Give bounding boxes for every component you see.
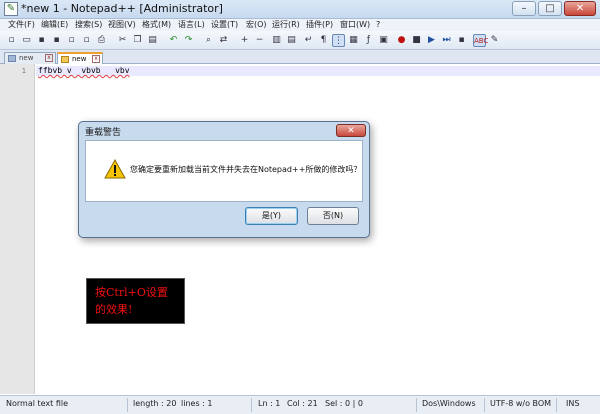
reload-warning-dialog: 重载警告 ✕ 您确定要重新加载当前文件并失去在Notepad++所做的修改吗？ …	[78, 121, 370, 238]
copy-icon[interactable]: ❐	[131, 34, 144, 47]
run-macro-icon[interactable]: ⏭	[440, 34, 453, 47]
menu-search[interactable]: 搜索(S)	[75, 19, 102, 31]
annotation-overlay: 按Ctrl+O设置 的效果!	[86, 278, 185, 324]
menu-window[interactable]: 窗口(W)	[340, 19, 370, 31]
menu-plugins[interactable]: 插件(P)	[306, 19, 333, 31]
new-file-icon[interactable]: ▫	[5, 34, 18, 47]
tab-new-inactive[interactable]: new x	[4, 52, 56, 64]
open-file-icon[interactable]: ▭	[20, 34, 33, 47]
no-button[interactable]: 否(N)	[307, 207, 359, 225]
status-length: length : 20	[133, 399, 177, 408]
save-all-icon[interactable]: ▪	[50, 34, 63, 47]
save-macro-icon[interactable]: ▪	[455, 34, 468, 47]
tab-bar: new x new x	[0, 50, 600, 64]
status-eol: Dos\Windows	[422, 399, 476, 408]
unsaved-file-icon	[61, 56, 69, 63]
menu-macro[interactable]: 宏(O)	[246, 19, 267, 31]
find-icon[interactable]: ⌕	[202, 34, 215, 47]
show-all-chars-icon[interactable]: ¶	[317, 34, 330, 47]
play-macro-icon[interactable]: ▶	[425, 34, 438, 47]
zoom-out-icon[interactable]: −	[253, 34, 266, 47]
status-separator	[127, 398, 128, 412]
window-title: *new 1 - Notepad++ [Administrator]	[21, 2, 223, 15]
folder-workspace-icon[interactable]: ▣	[377, 34, 390, 47]
dialog-message: 您确定要重新加载当前文件并失去在Notepad++所做的修改吗？	[130, 165, 362, 174]
replace-icon[interactable]: ⇄	[217, 34, 230, 47]
editor-text[interactable]: ffbvb v vbvb vbv	[38, 66, 130, 76]
close-window-button[interactable]: ✕	[564, 1, 596, 16]
paste-icon[interactable]: ▤	[146, 34, 159, 47]
sync-v-icon[interactable]: ▥	[270, 34, 283, 47]
menu-settings[interactable]: 设置(T)	[211, 19, 238, 31]
menu-bar: 文件(F) 编辑(E) 搜索(S) 视图(V) 格式(M) 语言(L) 设置(T…	[0, 19, 600, 31]
tab-close-icon[interactable]: x	[45, 54, 53, 62]
word-wrap-icon[interactable]: ↵	[302, 34, 315, 47]
status-mode: INS	[566, 399, 580, 408]
warning-icon	[104, 159, 126, 179]
title-bar: ✎ *new 1 - Notepad++ [Administrator] – □…	[0, 0, 600, 19]
status-lines: lines : 1	[181, 399, 213, 408]
notepad-app-icon: ✎	[4, 2, 18, 16]
stop-record-icon[interactable]: ■	[410, 34, 423, 47]
doc-map-icon[interactable]: ▦	[347, 34, 360, 47]
menu-edit[interactable]: 编辑(E)	[41, 19, 68, 31]
menu-file[interactable]: 文件(F)	[8, 19, 35, 31]
dialog-title: 重载警告	[85, 128, 122, 138]
redo-icon[interactable]: ↷	[182, 34, 195, 47]
save-icon[interactable]: ▪	[35, 34, 48, 47]
menu-format[interactable]: 格式(M)	[142, 19, 171, 31]
status-bar: Normal text file length : 20 lines : 1 L…	[0, 395, 600, 414]
file-icon	[8, 55, 16, 62]
tab-label: new	[19, 54, 34, 62]
status-separator	[484, 398, 485, 412]
status-ln: Ln : 1	[258, 399, 281, 408]
dialog-close-button[interactable]: ✕	[336, 124, 366, 137]
line-number: 1	[21, 67, 26, 75]
spell-check-icon[interactable]: ABC	[473, 34, 488, 47]
minimize-button[interactable]: –	[512, 1, 536, 16]
status-file-type: Normal text file	[6, 399, 69, 408]
toolbar: ▫ ▭ ▪ ▪ ▫ ▫ ⎙ ✂ ❐ ▤ ↶ ↷ ⌕ ⇄ + − ▥ ▤ ↵ ¶ …	[0, 31, 600, 50]
undo-icon[interactable]: ↶	[167, 34, 180, 47]
status-separator	[556, 398, 557, 412]
status-encoding: UTF-8 w/o BOM	[490, 399, 552, 408]
notes-icon[interactable]: ✎	[488, 34, 501, 47]
maximize-button[interactable]: □	[538, 1, 562, 16]
close-icon[interactable]: ▫	[65, 34, 78, 47]
cut-icon[interactable]: ✂	[116, 34, 129, 47]
status-separator	[416, 398, 417, 412]
menu-help[interactable]: ?	[376, 19, 380, 31]
line-number-gutter	[0, 64, 35, 394]
dialog-body: 您确定要重新加载当前文件并失去在Notepad++所做的修改吗？	[85, 140, 363, 202]
yes-button[interactable]: 是(Y)	[245, 207, 298, 225]
tab-close-icon[interactable]: x	[92, 55, 100, 63]
menu-run[interactable]: 运行(R)	[272, 19, 300, 31]
status-col: Col : 21	[287, 399, 318, 408]
menu-language[interactable]: 语言(L)	[178, 19, 205, 31]
record-macro-icon[interactable]: ●	[395, 34, 408, 47]
tab-label: new	[72, 55, 87, 63]
function-list-icon[interactable]: ƒ	[362, 34, 375, 47]
menu-view[interactable]: 视图(V)	[108, 19, 136, 31]
status-sel: Sel : 0 | 0	[325, 399, 363, 408]
print-icon[interactable]: ⎙	[95, 34, 108, 47]
tab-new-active[interactable]: new x	[57, 52, 103, 64]
close-all-icon[interactable]: ▫	[80, 34, 93, 47]
status-separator	[251, 398, 252, 412]
overlay-line-2: 的效果!	[95, 303, 133, 316]
indent-guide-icon[interactable]: ⋮	[332, 34, 345, 47]
sync-h-icon[interactable]: ▤	[285, 34, 298, 47]
zoom-in-icon[interactable]: +	[238, 34, 251, 47]
overlay-line-1: 按Ctrl+O设置	[95, 286, 168, 299]
